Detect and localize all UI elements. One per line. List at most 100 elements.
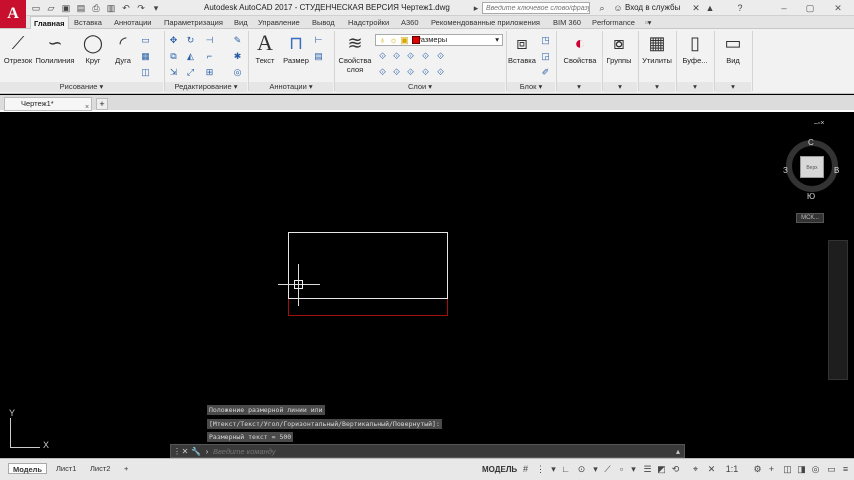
rectangle-icon[interactable]: ▭	[140, 35, 151, 46]
transparency-icon[interactable]: ◩	[656, 464, 667, 475]
navigation-bar[interactable]	[828, 240, 848, 380]
user-icon[interactable]: ☺	[612, 2, 624, 14]
close-button[interactable]: ✕	[828, 1, 848, 15]
wcs-menu-button[interactable]: МСК...	[796, 213, 824, 223]
tab-output[interactable]: Вывод	[309, 16, 338, 29]
minimize-button[interactable]: –	[774, 1, 794, 15]
groups-expand[interactable]: ▾	[603, 82, 637, 92]
properties-expand[interactable]: ▾	[557, 82, 601, 92]
save-as-icon[interactable]: ▤	[75, 2, 87, 14]
search-input[interactable]	[482, 2, 590, 14]
polar-icon[interactable]: ⊙	[576, 464, 587, 475]
text-button[interactable]: A Текст	[252, 32, 278, 66]
undo-icon[interactable]: ↶	[120, 2, 132, 14]
draw-panel-label[interactable]: Рисование ▾	[0, 82, 163, 92]
close-tab-icon[interactable]: ×	[85, 102, 89, 114]
table-icon[interactable]: ▤	[313, 51, 324, 62]
explode-icon[interactable]: ✱	[232, 51, 243, 62]
tab-a360[interactable]: A360	[398, 16, 422, 29]
compass-west[interactable]: З	[783, 166, 788, 175]
binoculars-icon[interactable]: ⌕	[596, 2, 608, 14]
isodraft-icon[interactable]: ⟋	[602, 464, 613, 475]
tab-model[interactable]: Модель	[8, 463, 48, 474]
annotation-panel-label[interactable]: Аннотации ▾	[249, 82, 333, 92]
snap-mode-icon[interactable]: ▾	[628, 464, 639, 475]
tab-featured-apps[interactable]: Рекомендованные приложения	[428, 16, 543, 29]
compass-north[interactable]: С	[808, 138, 814, 147]
layer-tool-icon[interactable]: ⟐	[391, 51, 402, 62]
chevron-up-icon[interactable]: ▴	[673, 446, 683, 457]
sun-icon[interactable]: ☼	[388, 35, 399, 46]
layer-tool-icon[interactable]: ⟐	[420, 67, 431, 78]
gradient-icon[interactable]: ◫	[140, 67, 151, 78]
drawing-canvas[interactable]: –▫× Верх С Ю З В МСК... Y X Положение ра…	[0, 114, 854, 458]
attribute-icon[interactable]: ✐	[540, 67, 551, 78]
new-icon[interactable]: ▭	[30, 2, 42, 14]
layer-tool-icon[interactable]: ⟐	[405, 51, 416, 62]
tab-manage[interactable]: Управление	[255, 16, 303, 29]
layer-tool-icon[interactable]: ⟐	[377, 67, 388, 78]
layers-panel-label[interactable]: Слои ▾	[335, 82, 505, 92]
help-icon[interactable]: ?	[734, 2, 746, 14]
layer-tool-icon[interactable]: ⟐	[391, 67, 402, 78]
command-input[interactable]	[213, 446, 683, 457]
ribbon-minimize-icon[interactable]: ▫▾	[642, 16, 654, 29]
plot-icon[interactable]: ▥	[105, 2, 117, 14]
dimension-button[interactable]: ⊓ Размер	[282, 32, 310, 65]
close-icon[interactable]: ✕	[180, 446, 190, 457]
view-expand[interactable]: ▾	[715, 82, 751, 92]
array-icon[interactable]: ⊞	[204, 67, 215, 78]
selection-cycle-icon[interactable]: ⟲	[670, 464, 681, 475]
layer-tool-icon[interactable]: ⟐	[435, 51, 446, 62]
hardware-acceleration-icon[interactable]: ◨	[796, 464, 807, 475]
workspace-icon[interactable]: ▾	[150, 2, 162, 14]
object-snap-icon[interactable]: ▫	[616, 464, 627, 475]
tab-layout1[interactable]: Лист1	[52, 463, 80, 474]
tab-layout2[interactable]: Лист2	[86, 463, 114, 474]
offset-icon[interactable]: ◎	[232, 67, 243, 78]
tab-parametric[interactable]: Параметризация	[161, 16, 226, 29]
settings-icon[interactable]: ⚙	[752, 464, 763, 475]
osnap-track-icon[interactable]: ▾	[590, 464, 601, 475]
edit-block-icon[interactable]: ◲	[540, 51, 551, 62]
compass-east[interactable]: В	[834, 166, 839, 175]
lock-icon[interactable]: ▣	[399, 35, 410, 46]
multileader-icon[interactable]: ⊢	[313, 35, 324, 46]
model-space-toggle[interactable]: МОДЕЛЬ	[482, 465, 517, 474]
exchange-icon[interactable]: ✕	[690, 2, 702, 14]
trim-icon[interactable]: ⊣	[204, 35, 215, 46]
modify-panel-label[interactable]: Редактирование ▾	[165, 82, 247, 92]
wrench-icon[interactable]: 🔧	[191, 446, 201, 457]
layer-properties-button[interactable]: ≋ Свойства слоя	[338, 32, 372, 74]
properties-button[interactable]: ◐ Свойства	[560, 32, 600, 65]
lightbulb-icon[interactable]: ♁	[377, 35, 388, 46]
annotation-auto-scale-icon[interactable]: ✕	[706, 464, 717, 475]
redo-icon[interactable]: ↷	[135, 2, 147, 14]
open-icon[interactable]: ▱	[45, 2, 57, 14]
maximize-button[interactable]: ▢	[800, 1, 820, 15]
layer-tool-icon[interactable]: ⟐	[377, 51, 388, 62]
compass-south[interactable]: Ю	[807, 192, 815, 201]
view-button[interactable]: ▭ Вид	[718, 32, 748, 65]
signin-button[interactable]: Вход в службы	[625, 3, 680, 12]
create-block-icon[interactable]: ◳	[540, 35, 551, 46]
snap-icon[interactable]: ⋮	[535, 464, 546, 475]
lineweight-icon[interactable]: ☰	[642, 464, 653, 475]
print-icon[interactable]: ⎙	[90, 2, 102, 14]
isolate-icon[interactable]: ◫	[782, 464, 793, 475]
line-button[interactable]: ⟋ Отрезок	[3, 32, 33, 65]
tab-insert[interactable]: Вставка	[71, 16, 105, 29]
tab-performance[interactable]: Performance	[589, 16, 638, 29]
tab-bim360[interactable]: BIM 360	[550, 16, 584, 29]
copy-icon[interactable]: ⧉	[168, 51, 179, 62]
viewport-controls[interactable]: –▫×	[814, 120, 824, 127]
tab-view[interactable]: Вид	[231, 16, 251, 29]
infer-icon[interactable]: ▾	[548, 464, 559, 475]
erase-icon[interactable]: ✎	[232, 35, 243, 46]
a360-icon[interactable]: ▲	[704, 2, 716, 14]
add-layout-button[interactable]: +	[120, 463, 132, 474]
grid-icon[interactable]: #	[520, 464, 531, 475]
ortho-icon[interactable]: ∟	[560, 464, 571, 475]
annotation-visibility-icon[interactable]: ⌖	[690, 464, 701, 475]
insert-block-button[interactable]: ⧈ Вставка	[508, 32, 536, 65]
